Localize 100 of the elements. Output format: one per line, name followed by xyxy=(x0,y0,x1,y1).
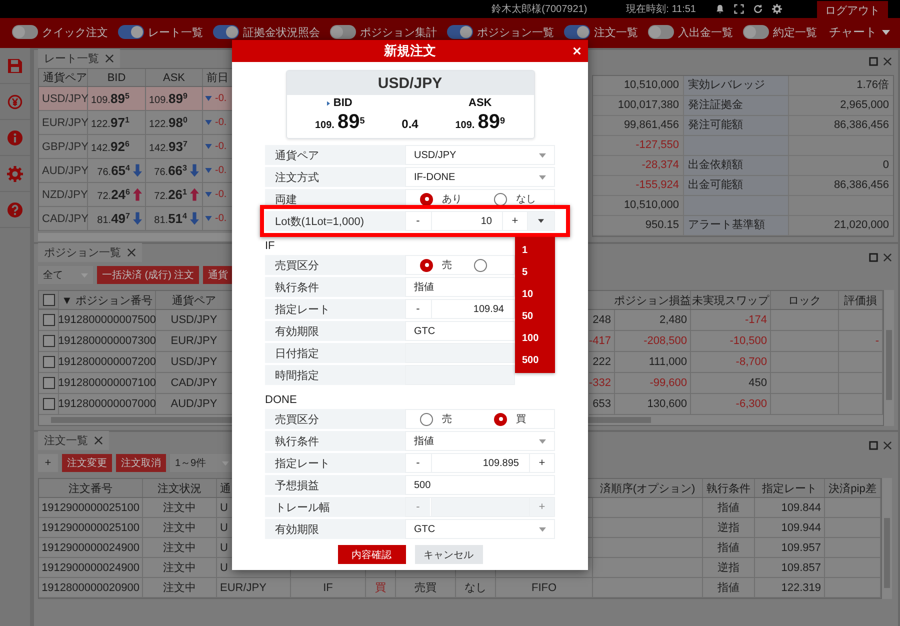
section-title: DONE xyxy=(265,394,297,406)
field-label: 日付指定 xyxy=(265,343,405,363)
currency-pair: USD/JPY xyxy=(286,71,534,95)
price-value: 81.49$^{7}$ xyxy=(97,211,130,226)
price-value: 142.93$^{7}$ xyxy=(149,139,188,154)
table-cell: 出金依頼額 xyxy=(683,156,789,176)
price-label: ASK xyxy=(468,97,492,109)
table-cell: 発注証拠金 xyxy=(683,96,789,116)
column-header: 評価損 xyxy=(839,291,883,309)
user-name: 鈴木太郎様(7007921) xyxy=(492,2,588,16)
field-label: 有効期限 xyxy=(265,321,405,341)
field-label: 売買区分 xyxy=(265,255,405,275)
field-label: 売買区分 xyxy=(265,409,405,429)
field-label: Lot数(1Lot=1,000) xyxy=(265,211,405,231)
table-cell: 1.76倍 xyxy=(789,76,893,96)
field-label: 予想損益 xyxy=(265,475,405,495)
price-value: 76.65$^{4}$ xyxy=(97,163,130,178)
table-cell: 100,017,380 xyxy=(593,96,683,116)
table-cell: -127,550 xyxy=(593,136,683,156)
table-cell: 売買 xyxy=(396,578,456,598)
change-value: -0. xyxy=(215,141,227,152)
field-label: 指定レート xyxy=(265,299,405,319)
column-header: BID xyxy=(88,69,146,86)
change-value: -0. xyxy=(215,213,227,224)
clock-text: 現在時刻: 11:51 xyxy=(626,2,696,16)
ask-price: 109.89$^{9}$ xyxy=(455,111,506,134)
toggle-label: 約定一覧 xyxy=(773,26,817,40)
field-label: 執行条件 xyxy=(265,431,405,451)
table-cell: -155,924 xyxy=(593,176,683,196)
field-label: 執行条件 xyxy=(265,277,405,297)
column-header: 指定レート xyxy=(755,479,825,497)
column-header: 執行条件 xyxy=(703,479,755,497)
table-cell: 122.319 xyxy=(755,578,825,598)
spread-value: 0.4 xyxy=(402,117,418,133)
table-cell: FIFO xyxy=(496,578,593,598)
price-value: 81.51$^{4}$ xyxy=(154,211,187,226)
change-value: -0. xyxy=(215,93,227,104)
price-value: 122.97$^{1}$ xyxy=(91,115,130,130)
column-header: 決済pip差 xyxy=(825,479,881,497)
table-cell: 2,965,000 xyxy=(789,96,893,116)
change-value: -0. xyxy=(215,189,227,200)
radio-label: 売 xyxy=(442,258,452,272)
table-cell: 0 xyxy=(789,156,893,176)
column-header: 通貨ペア xyxy=(39,69,88,86)
table-cell: 買 xyxy=(366,578,396,598)
price-value: 122.98$^{0}$ xyxy=(149,115,188,130)
change-value: -0. xyxy=(215,165,227,176)
price-value: 72.26$^{1}$ xyxy=(154,187,187,202)
change-value: -0. xyxy=(215,117,227,128)
radio-label: なし xyxy=(516,193,536,206)
radio-label: 買 xyxy=(516,413,526,426)
section-title: IF xyxy=(265,240,275,252)
price-value: 76.66$^{3}$ xyxy=(154,163,187,178)
table-cell: 注文中 xyxy=(143,578,217,598)
field-label: トレール幅 xyxy=(265,497,405,517)
column-header: ASK xyxy=(146,69,203,86)
price-value: 109.89$^{5}$ xyxy=(91,91,130,106)
field-label: 注文方式 xyxy=(265,167,405,187)
toggle-label: レート一覧 xyxy=(148,26,203,40)
table-cell: なし xyxy=(456,578,496,598)
toggle-label: 入出金一覧 xyxy=(678,26,733,40)
column-header: 注文番号 xyxy=(39,479,143,497)
toggle-label: ポジション集計 xyxy=(360,26,437,40)
toggle-label: 証拠金状況照会 xyxy=(243,26,320,40)
column-header: ▼ ポジション番号 xyxy=(59,291,156,309)
column-header: ロック xyxy=(771,291,839,309)
radio-label: 売 xyxy=(442,412,452,426)
bid-price: 109.89$^{5}$ xyxy=(314,111,365,134)
field-label: 有効期限 xyxy=(265,519,405,539)
table-cell: アラート基準額 xyxy=(683,216,789,236)
table-cell: 86,386,456 xyxy=(789,116,893,136)
table-cell: 86,386,456 xyxy=(789,176,893,196)
table-cell: 指値 xyxy=(703,578,755,598)
field-label: 指定レート xyxy=(265,453,405,473)
price-value: 142.92$^{6}$ xyxy=(91,139,130,154)
table-cell: -28,374 xyxy=(593,156,683,176)
price-label: BID xyxy=(333,97,352,109)
table-cell: 21,020,000 xyxy=(789,216,893,236)
table-cell: 1912800000020900 xyxy=(39,578,143,598)
table-cell: 950.15 xyxy=(593,216,683,236)
table-cell: IF xyxy=(291,578,366,598)
table-cell: 発注可能額 xyxy=(683,116,789,136)
table-cell: 10,510,000 xyxy=(593,76,683,96)
table-cell: 出金可能額 xyxy=(683,176,789,196)
price-value: 72.24$^{6}$ xyxy=(97,187,130,202)
toggle-label: クイック注文 xyxy=(42,26,108,40)
field-label: 通貨ペア xyxy=(265,145,405,165)
column-header: ポジション損益 xyxy=(615,291,691,309)
dialog-title: 新規注文 xyxy=(384,42,436,60)
price-value: 109.89$^{9}$ xyxy=(149,91,188,106)
table-cell: 10,510,000 xyxy=(593,196,683,216)
field-label: 時間指定 xyxy=(265,365,405,385)
toggle-label: ポジション一覧 xyxy=(477,26,554,40)
column-header: 未実現スワップ xyxy=(691,291,771,309)
toggle-label: 注文一覧 xyxy=(594,26,638,40)
table-cell: 99,861,456 xyxy=(593,116,683,136)
table-cell: CAD/JPY xyxy=(39,207,88,231)
column-header: 済順序(オプション) xyxy=(593,479,703,497)
radio-label: あり xyxy=(442,193,462,206)
table-cell: 実効レバレッジ xyxy=(683,76,789,96)
